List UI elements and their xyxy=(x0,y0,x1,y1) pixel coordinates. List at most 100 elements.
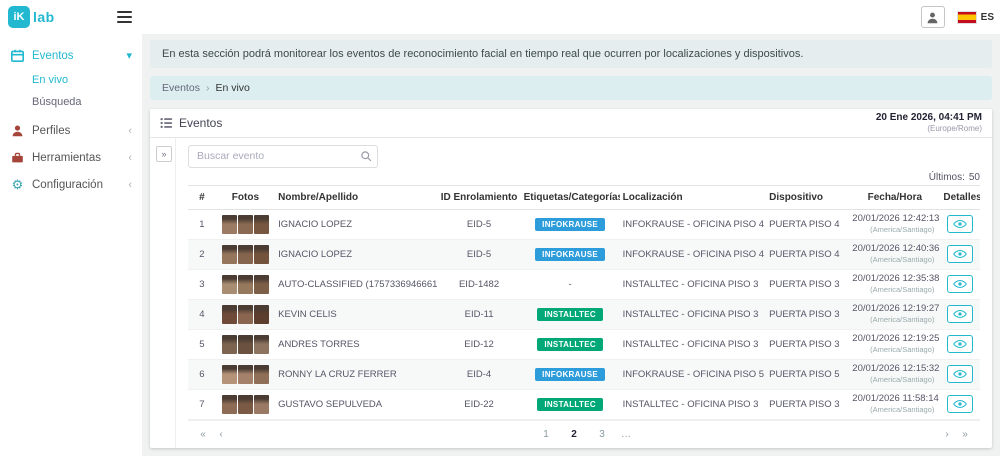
category-badge: INFOKRAUSE xyxy=(535,248,605,261)
card-title-label: Eventos xyxy=(179,116,222,130)
location-cell: INSTALLTEC - OFICINA PISO 3 xyxy=(620,389,767,419)
details-button[interactable] xyxy=(947,305,973,323)
sidebar-item-perfiles[interactable]: Perfiles ‹ xyxy=(0,117,142,144)
pagination-page-3[interactable]: 3 xyxy=(593,426,611,444)
location-cell: INFOKRAUSE - OFICINA PISO 4 xyxy=(620,239,767,269)
person-name: ANDRES TORRES xyxy=(275,329,437,359)
timezone-label: (America/Santiago) xyxy=(852,345,934,354)
face-photo xyxy=(222,275,237,294)
category-badge: INSTALLTEC xyxy=(537,338,603,351)
topbar-right: ES xyxy=(921,6,1000,28)
enrollment-id: EID-1482 xyxy=(437,269,520,299)
table-row: 1IGNACIO LOPEZEID-5INFOKRAUSEINFOKRAUSE … xyxy=(188,209,980,239)
sidebar-item-herramientas[interactable]: Herramientas ‹ xyxy=(0,144,142,171)
logo-mark: iK xyxy=(8,6,30,28)
table-header-row: # Fotos Nombre/Apellido ID Enrolamiento … xyxy=(188,185,980,209)
last-label: Últimos: xyxy=(929,172,965,183)
details-button[interactable] xyxy=(947,365,973,383)
photos-cell xyxy=(216,359,275,389)
current-datetime: 20 Ene 2026, 04:41 PM (Europe/Rome) xyxy=(876,112,982,134)
location-cell: INFOKRAUSE - OFICINA PISO 5 xyxy=(620,359,767,389)
eventos-submenu: En vivo Búsqueda xyxy=(0,69,142,117)
breadcrumb-parent[interactable]: Eventos xyxy=(162,82,200,94)
pagination-ellipsis: … xyxy=(621,429,631,440)
pagination-last-button[interactable]: » xyxy=(956,426,974,444)
calendar-icon xyxy=(10,49,25,62)
sidebar-item-en-vivo[interactable]: En vivo xyxy=(0,69,142,91)
details-cell xyxy=(940,359,980,389)
chevron-down-icon: ▾ xyxy=(126,49,132,62)
category-cell: INFOKRAUSE xyxy=(521,359,620,389)
row-index: 3 xyxy=(188,269,216,299)
face-photo xyxy=(254,215,269,234)
sidebar-item-eventos[interactable]: Eventos ▾ xyxy=(0,42,142,69)
details-button[interactable] xyxy=(947,275,973,293)
details-button[interactable] xyxy=(947,215,973,233)
details-cell xyxy=(940,239,980,269)
pagination-page-2[interactable]: 2 xyxy=(565,426,583,444)
collapse-panel-button[interactable]: » xyxy=(156,146,172,162)
eye-icon xyxy=(953,219,967,229)
sidebar-item-label: Herramientas xyxy=(32,152,101,164)
datetime-cell: 20/01/2026 12:15:32(America/Santiago) xyxy=(849,359,940,389)
face-photo xyxy=(222,305,237,324)
search-row xyxy=(188,145,980,168)
sidebar-item-label: Configuración xyxy=(32,179,103,191)
face-photo xyxy=(222,335,237,354)
person-name: RONNY LA CRUZ FERRER xyxy=(275,359,437,389)
details-cell xyxy=(940,269,980,299)
photos-cell xyxy=(216,269,275,299)
enrollment-id: EID-11 xyxy=(437,299,520,329)
sidebar-item-label: Eventos xyxy=(32,50,74,62)
search-icon xyxy=(360,150,372,162)
topbar-left: iK lab xyxy=(0,6,142,28)
face-photo xyxy=(238,245,253,264)
events-table: # Fotos Nombre/Apellido ID Enrolamiento … xyxy=(188,185,980,420)
app-logo[interactable]: iK lab xyxy=(8,6,55,28)
breadcrumb: Eventos › En vivo xyxy=(150,76,992,100)
face-photo xyxy=(238,305,253,324)
menu-toggle-icon[interactable] xyxy=(115,6,134,28)
photos-cell xyxy=(216,329,275,359)
datetime-cell: 20/01/2026 12:42:13(America/Santiago) xyxy=(849,209,940,239)
main-content: En esta sección podrá monitorear los eve… xyxy=(142,34,1000,456)
row-index: 2 xyxy=(188,239,216,269)
face-photo xyxy=(238,275,253,294)
timezone-label: (America/Santiago) xyxy=(852,255,934,264)
card-title: Eventos xyxy=(160,116,222,130)
user-account-button[interactable] xyxy=(921,6,945,28)
search-input[interactable] xyxy=(188,145,378,168)
pagination-page-1[interactable]: 1 xyxy=(537,426,555,444)
sidebar-item-configuracion[interactable]: ⚙ Configuración ‹ xyxy=(0,171,142,198)
device-cell: PUERTA PISO 4 xyxy=(766,209,849,239)
face-photo xyxy=(222,365,237,384)
person-icon xyxy=(10,124,25,137)
sidebar-item-busqueda[interactable]: Búsqueda xyxy=(0,91,142,113)
details-button[interactable] xyxy=(947,335,973,353)
table-row: 4KEVIN CELISEID-11INSTALLTECINSTALLTEC -… xyxy=(188,299,980,329)
device-cell: PUERTA PISO 3 xyxy=(766,389,849,419)
table-row: 3AUTO-CLASSIFIED (17573369466616)EID-148… xyxy=(188,269,980,299)
details-button[interactable] xyxy=(947,395,973,413)
table-row: 2IGNACIO LOPEZEID-5INFOKRAUSEINFOKRAUSE … xyxy=(188,239,980,269)
category-cell: INSTALLTEC xyxy=(521,329,620,359)
pagination-prev-button[interactable]: ‹ xyxy=(212,426,230,444)
category-badge: INFOKRAUSE xyxy=(535,218,605,231)
face-photo xyxy=(238,215,253,234)
pagination-next-button[interactable]: › xyxy=(938,426,956,444)
datetime-cell: 20/01/2026 12:19:25(America/Santiago) xyxy=(849,329,940,359)
eye-icon xyxy=(953,249,967,259)
category-badge: INSTALLTEC xyxy=(537,308,603,321)
details-button[interactable] xyxy=(947,245,973,263)
pagination-first-button[interactable]: « xyxy=(194,426,212,444)
row-index: 6 xyxy=(188,359,216,389)
user-icon xyxy=(926,11,939,24)
face-photo xyxy=(222,395,237,414)
face-photo xyxy=(222,245,237,264)
timezone-value: (Europe/Rome) xyxy=(876,124,982,134)
table-row: 6RONNY LA CRUZ FERREREID-4INFOKRAUSEINFO… xyxy=(188,359,980,389)
category-empty: - xyxy=(569,279,572,290)
location-cell: INSTALLTEC - OFICINA PISO 3 xyxy=(620,299,767,329)
language-selector[interactable]: ES xyxy=(957,11,994,24)
enrollment-id: EID-12 xyxy=(437,329,520,359)
